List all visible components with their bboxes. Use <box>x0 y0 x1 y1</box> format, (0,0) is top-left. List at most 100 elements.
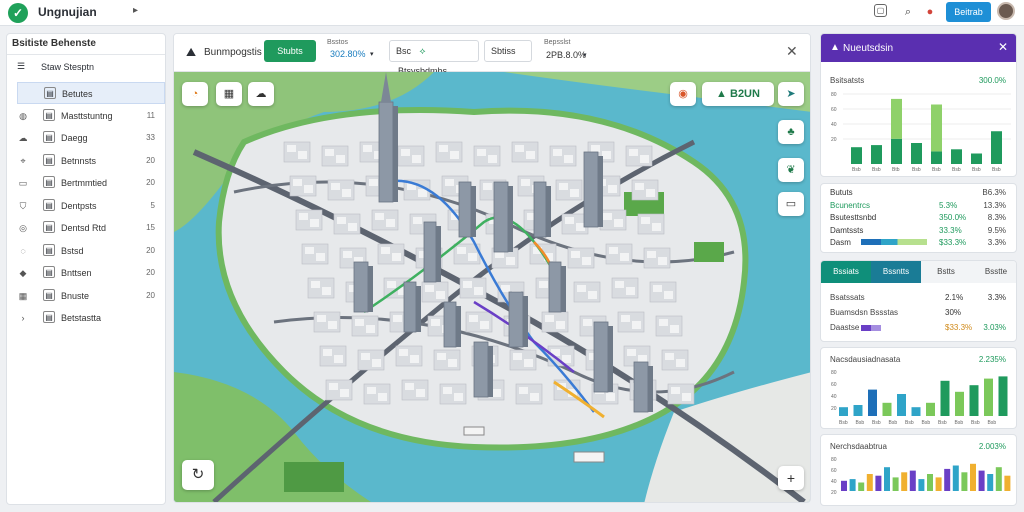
tree-icon[interactable]: ♣ <box>778 120 804 144</box>
building <box>287 145 296 152</box>
bar <box>987 474 994 491</box>
tower-side <box>471 186 476 237</box>
notification-icon[interactable]: ● <box>922 4 938 20</box>
x-tick-label: Bsb <box>955 420 964 426</box>
leaf-icon[interactable]: ❦ <box>778 158 804 182</box>
building <box>530 393 539 401</box>
field1-label: Bsstos <box>327 39 349 46</box>
building <box>304 185 313 193</box>
chevron-right-icon[interactable]: ▸ <box>133 5 138 16</box>
bar <box>927 474 933 491</box>
building <box>443 387 452 394</box>
sidebar-item[interactable]: › ▤ Betstastta <box>7 307 165 329</box>
building <box>463 281 472 288</box>
panel3-tab[interactable]: Bstts <box>921 261 971 283</box>
y-tick-label: 40 <box>831 479 837 485</box>
mountain-icon: ▲ <box>830 42 840 53</box>
cloud-icon[interactable]: ☁ <box>248 82 274 106</box>
bar <box>995 467 1002 491</box>
panel1-header: ▲ Nueutsdsin ✕ <box>821 34 1016 62</box>
x-tick-label: Btb <box>892 167 900 173</box>
building <box>334 355 343 363</box>
app-logo[interactable]: ✓ <box>8 3 28 23</box>
building <box>372 359 381 367</box>
window-icon[interactable]: ▢ <box>874 4 887 17</box>
bar <box>991 131 1002 164</box>
building <box>562 355 571 363</box>
map-badge[interactable]: ▲ B2UN <box>702 82 774 106</box>
zoom-in-icon[interactable]: + <box>778 466 804 490</box>
avatar[interactable] <box>997 2 1015 20</box>
x-tick-label: Bsb <box>938 420 947 426</box>
building <box>670 325 679 333</box>
sidebar-item[interactable]: ▦ ▤ Bnuste 20 <box>7 285 165 307</box>
bar <box>911 407 921 416</box>
bar <box>897 394 906 416</box>
field2-input[interactable]: Bsc ⟡ Btsvsbdmbs <box>389 40 479 76</box>
field4-select[interactable]: 2PB.8.0% <box>540 48 600 64</box>
sidebar-item[interactable]: ☁ ▤ Daegg 33 <box>7 127 165 149</box>
metric-value-2: 13.3% <box>983 200 1006 210</box>
y-tick-label: 80 <box>831 457 837 463</box>
sidebar-item[interactable]: ◎ ▤ Dentsd Rtd 15 <box>7 217 165 239</box>
close-icon[interactable]: ✕ <box>786 43 798 60</box>
tower-side <box>456 306 461 347</box>
panel4-value: 2.235% <box>978 355 1006 364</box>
building <box>355 319 364 326</box>
building <box>299 213 308 220</box>
close-icon[interactable]: ✕ <box>998 40 1008 54</box>
tower <box>458 181 472 238</box>
refresh-icon[interactable]: ↻ <box>182 460 214 490</box>
tower-side <box>561 266 566 312</box>
bar <box>918 479 925 491</box>
building <box>317 315 326 322</box>
metric-value-1: 33.3% <box>939 225 962 235</box>
sidebar-item-label: Betutes <box>62 89 93 99</box>
calendar-icon[interactable]: ▦ <box>216 82 242 106</box>
bar <box>944 468 951 491</box>
chevron-down-icon[interactable]: ▾ <box>583 51 587 59</box>
search-icon[interactable]: ⌕ <box>900 4 916 20</box>
top-action-button[interactable]: Beitrab <box>946 2 991 22</box>
chevron-down-icon[interactable]: ▾ <box>370 50 374 58</box>
sidebar-item-count: 20 <box>146 155 155 165</box>
chevron-right-icon: › <box>21 313 25 323</box>
layers-icon[interactable]: ▭ <box>778 192 804 216</box>
metric-label: Bsutesttsnbd <box>830 213 877 222</box>
panel3-tab[interactable]: Bssntts <box>871 261 921 283</box>
stubts-button[interactable]: Stubts <box>264 40 316 62</box>
bar <box>926 402 935 416</box>
sidebar-item-label: Bstsd <box>61 245 84 256</box>
panel3-tab[interactable]: Bssiats <box>821 261 871 283</box>
item-badge-icon: ▤ <box>43 221 55 233</box>
panel4-title: Nacsdausiadnasata <box>830 355 901 364</box>
field3-input[interactable]: Sbtiss <box>484 40 532 62</box>
sidebar-item[interactable]: ▤ Betutes <box>17 82 165 104</box>
x-tick-label: Bsb <box>856 420 865 426</box>
building <box>515 145 524 152</box>
sidebar-item[interactable]: ◌ ▤ Bstsd 20 <box>7 240 165 262</box>
sidebar-item[interactable]: ◆ ▤ Bnttsen 20 <box>7 262 165 284</box>
bar <box>940 380 950 416</box>
building <box>629 149 638 156</box>
city-map[interactable]: ◔ ▦ ☁ ◉ ▲ B2UN ➤ ♣ ❦ ▭ ↻ + <box>174 72 810 502</box>
sidebar-item[interactable]: ◍ ▤ Masttstuntng 11 <box>7 105 165 127</box>
location-icon[interactable]: ◉ <box>670 82 696 106</box>
map-title: Bunmpogstis <box>204 47 262 58</box>
panel3-tab[interactable]: Bsstte <box>971 261 1016 283</box>
building <box>311 281 320 288</box>
bar <box>882 402 892 416</box>
panel-tabs: Bssiats Bssntts Bstts Bsstte Bsatssats 2.1% 3… <box>820 260 1017 342</box>
building <box>570 189 579 197</box>
panel1-chart: 80 60 40 20 Bsb Bsb Btb Bsb Bsb Bsb Bsb Bsb <box>831 92 1011 173</box>
navigate-icon[interactable]: ➤ <box>778 82 804 106</box>
bar <box>955 391 964 416</box>
pie-icon[interactable]: ◔ <box>182 82 208 106</box>
building <box>621 315 630 322</box>
sidebar-item[interactable]: ⌖ ▤ Betnnsts 20 <box>7 150 165 172</box>
tower <box>473 341 489 398</box>
sidebar-item[interactable]: ⛉ ▤ Dentpsts 5 <box>7 195 165 217</box>
bar <box>901 472 908 491</box>
sidebar-item[interactable]: ▭ ▤ Bertmmtied 20 <box>7 172 165 194</box>
sidebar-top-item[interactable]: ☰ Staw Stesptn <box>7 54 165 78</box>
